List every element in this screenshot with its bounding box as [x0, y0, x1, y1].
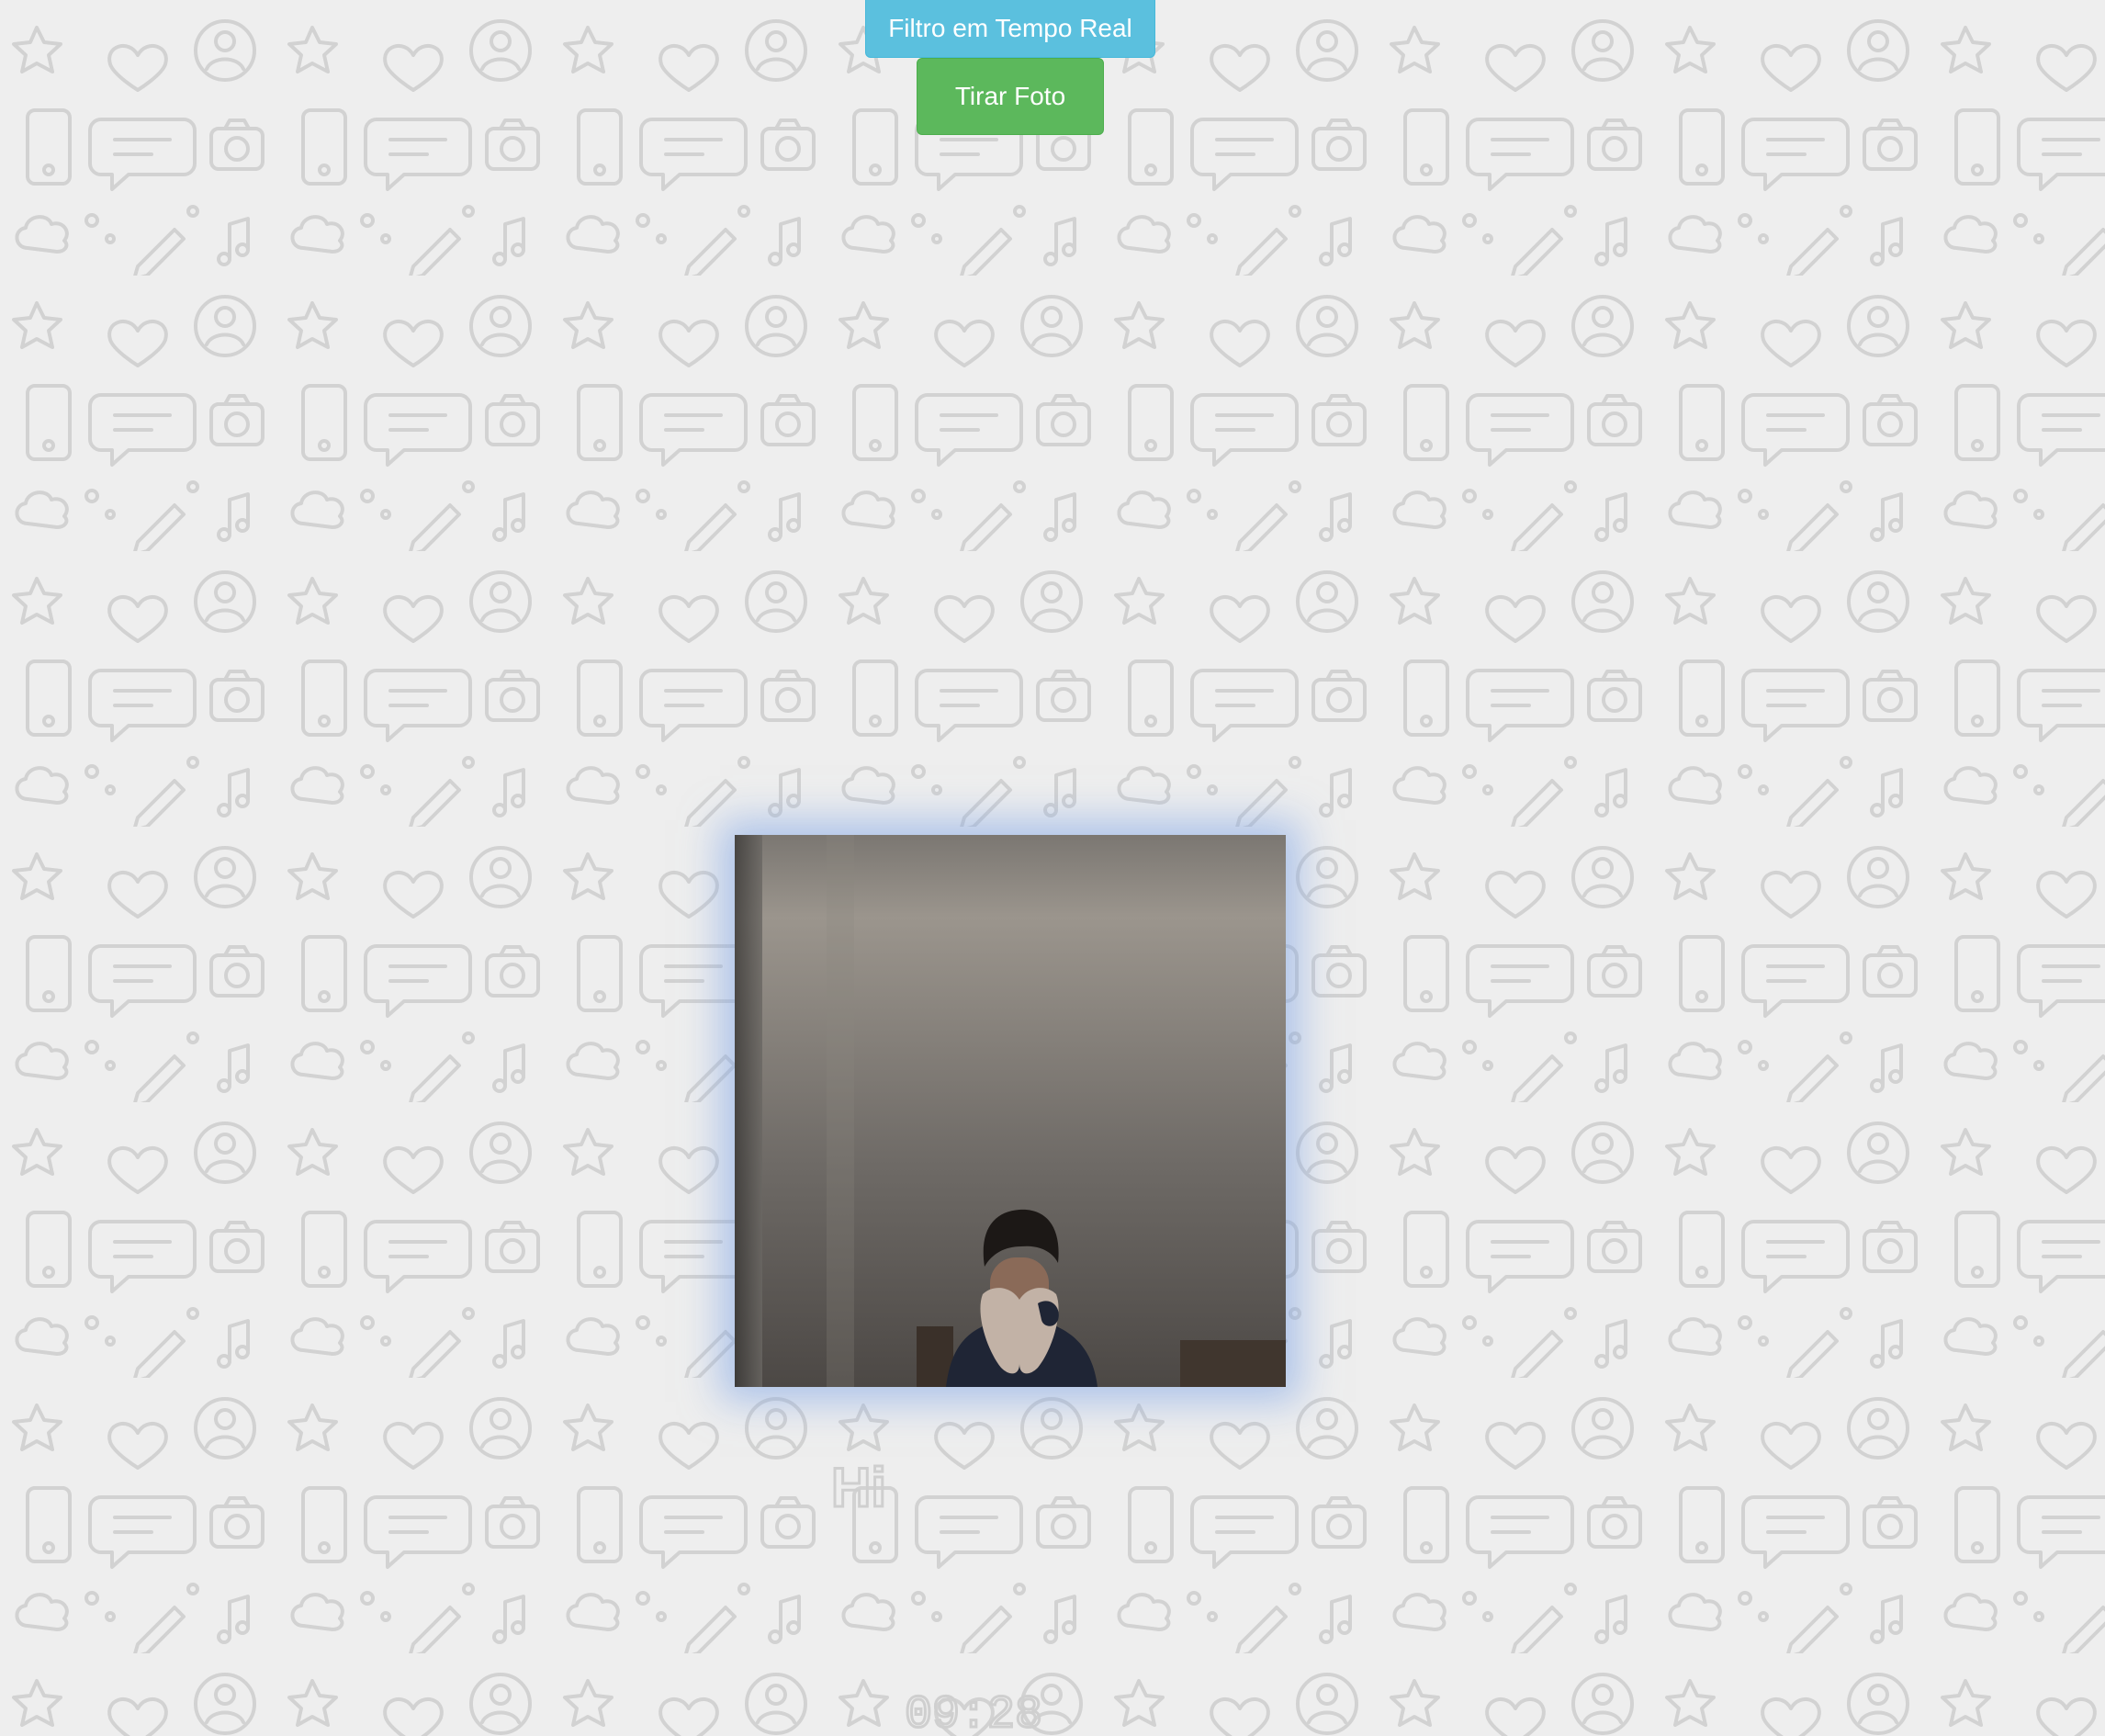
doodle-clock-text: 09:28: [905, 1689, 1042, 1736]
take-photo-button[interactable]: Tirar Foto: [917, 58, 1104, 135]
chair-right: [1180, 1340, 1286, 1387]
webcam-video-preview: [735, 835, 1286, 1387]
realtime-filter-button[interactable]: Filtro em Tempo Real: [865, 0, 1155, 58]
webcam-scene: [735, 835, 1286, 1387]
doodle-hi-text: Hi: [831, 1457, 886, 1518]
